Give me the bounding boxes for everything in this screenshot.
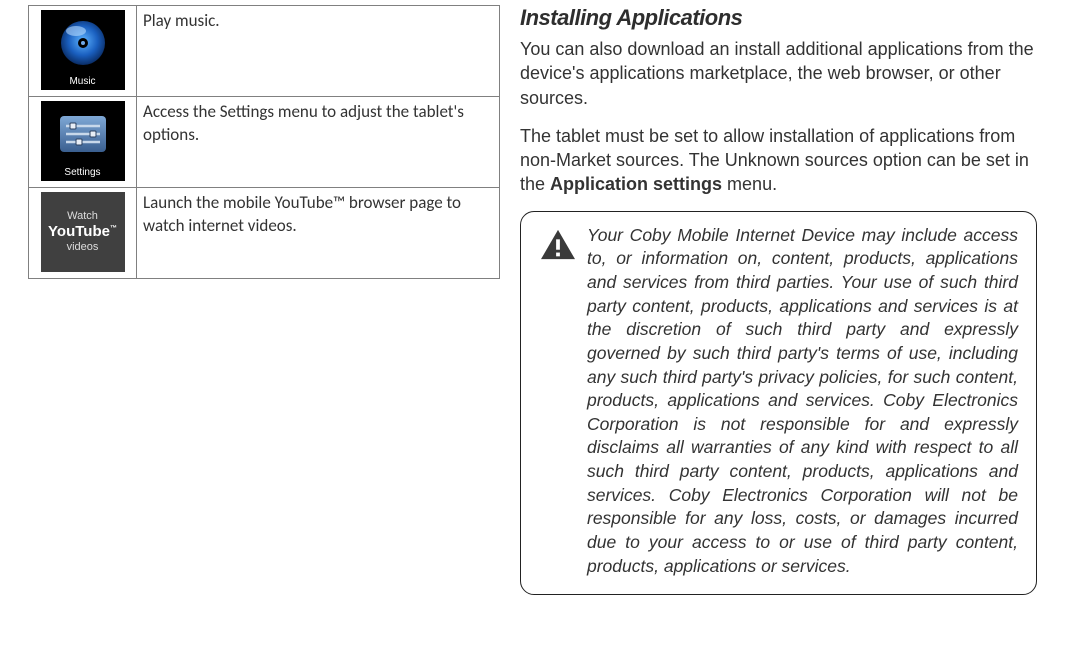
section-title: Installing Applications bbox=[520, 5, 1037, 31]
music-icon-label: Music bbox=[69, 76, 95, 87]
yt-line2: YouTube bbox=[48, 223, 110, 240]
app-table: Music Play music. bbox=[28, 5, 500, 279]
right-column: Installing Applications You can also dow… bbox=[510, 0, 1065, 669]
left-column: Music Play music. bbox=[0, 0, 510, 669]
para1: You can also download an install additio… bbox=[520, 37, 1037, 110]
youtube-icon-cell: Watch YouTube™ videos bbox=[29, 188, 137, 279]
settings-icon-cell: Settings bbox=[29, 97, 137, 188]
music-icon: Music bbox=[41, 10, 125, 90]
notice-text: Your Coby Mobile Internet Device may inc… bbox=[587, 224, 1018, 578]
table-row: Music Play music. bbox=[29, 6, 500, 97]
table-row: Settings Access the Settings menu to adj… bbox=[29, 97, 500, 188]
music-desc: Play music. bbox=[137, 6, 500, 97]
settings-icon: Settings bbox=[41, 101, 125, 181]
yt-line3: videos bbox=[48, 241, 117, 254]
youtube-icon: Watch YouTube™ videos bbox=[41, 192, 125, 272]
settings-desc: Access the Settings menu to adjust the t… bbox=[137, 97, 500, 188]
music-icon-cell: Music bbox=[29, 6, 137, 97]
para2: The tablet must be set to allow installa… bbox=[520, 124, 1037, 197]
yt-line1: Watch bbox=[48, 210, 117, 223]
youtube-desc: Launch the mobile YouTube™ browser page … bbox=[137, 188, 500, 279]
settings-icon-label: Settings bbox=[64, 167, 100, 178]
table-row: Watch YouTube™ videos Launch the mobile … bbox=[29, 188, 500, 279]
warning-icon bbox=[539, 228, 577, 262]
notice-box: Your Coby Mobile Internet Device may inc… bbox=[520, 211, 1037, 595]
